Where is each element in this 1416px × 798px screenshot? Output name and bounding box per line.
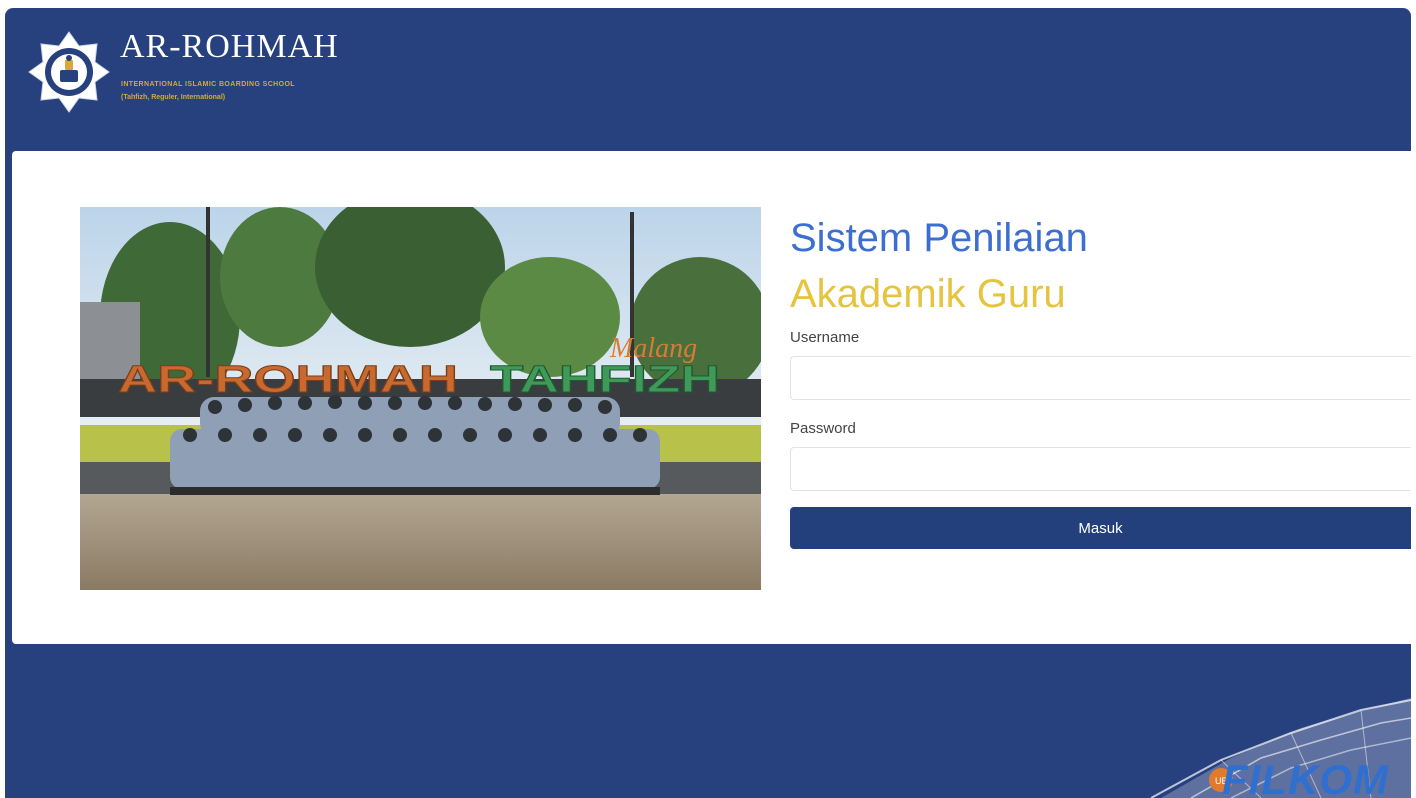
password-input[interactable]: [790, 447, 1411, 491]
title-line-1: Sistem Penilaian: [790, 216, 1088, 260]
username-label: Username: [790, 329, 860, 346]
header: AR-ROHMAH INTERNATIONAL ISLAMIC BOARDING…: [5, 8, 1411, 150]
sign-sub: TAHFIZH: [490, 359, 720, 401]
brand-name: AR-ROHMAH: [120, 28, 339, 65]
filkom-text: FILKOM: [1222, 756, 1389, 798]
page-frame: AR-ROHMAH INTERNATIONAL ISLAMIC BOARDING…: [5, 8, 1411, 798]
brand-programs: (Tahfizh, Reguler, International): [121, 94, 226, 101]
login-button[interactable]: Masuk: [790, 507, 1411, 549]
campus-group-photo: AR-ROHMAH TAHFIZH Malang: [80, 207, 761, 590]
login-card: AR-ROHMAH TAHFIZH Malang Sistem Penilaia…: [12, 151, 1411, 644]
sign-script: Malang: [609, 333, 697, 364]
username-input[interactable]: [790, 356, 1411, 400]
title-line-2: Akademik Guru: [790, 272, 1066, 316]
school-emblem-icon: [28, 31, 110, 113]
hero-photo: AR-ROHMAH TAHFIZH Malang: [80, 207, 761, 590]
password-label: Password: [790, 420, 856, 437]
brand-tagline: INTERNATIONAL ISLAMIC BOARDING SCHOOL: [121, 81, 295, 88]
login-form: Sistem Penilaian Akademik Guru Username …: [790, 207, 1411, 549]
sign-main: AR-ROHMAH: [118, 359, 458, 401]
